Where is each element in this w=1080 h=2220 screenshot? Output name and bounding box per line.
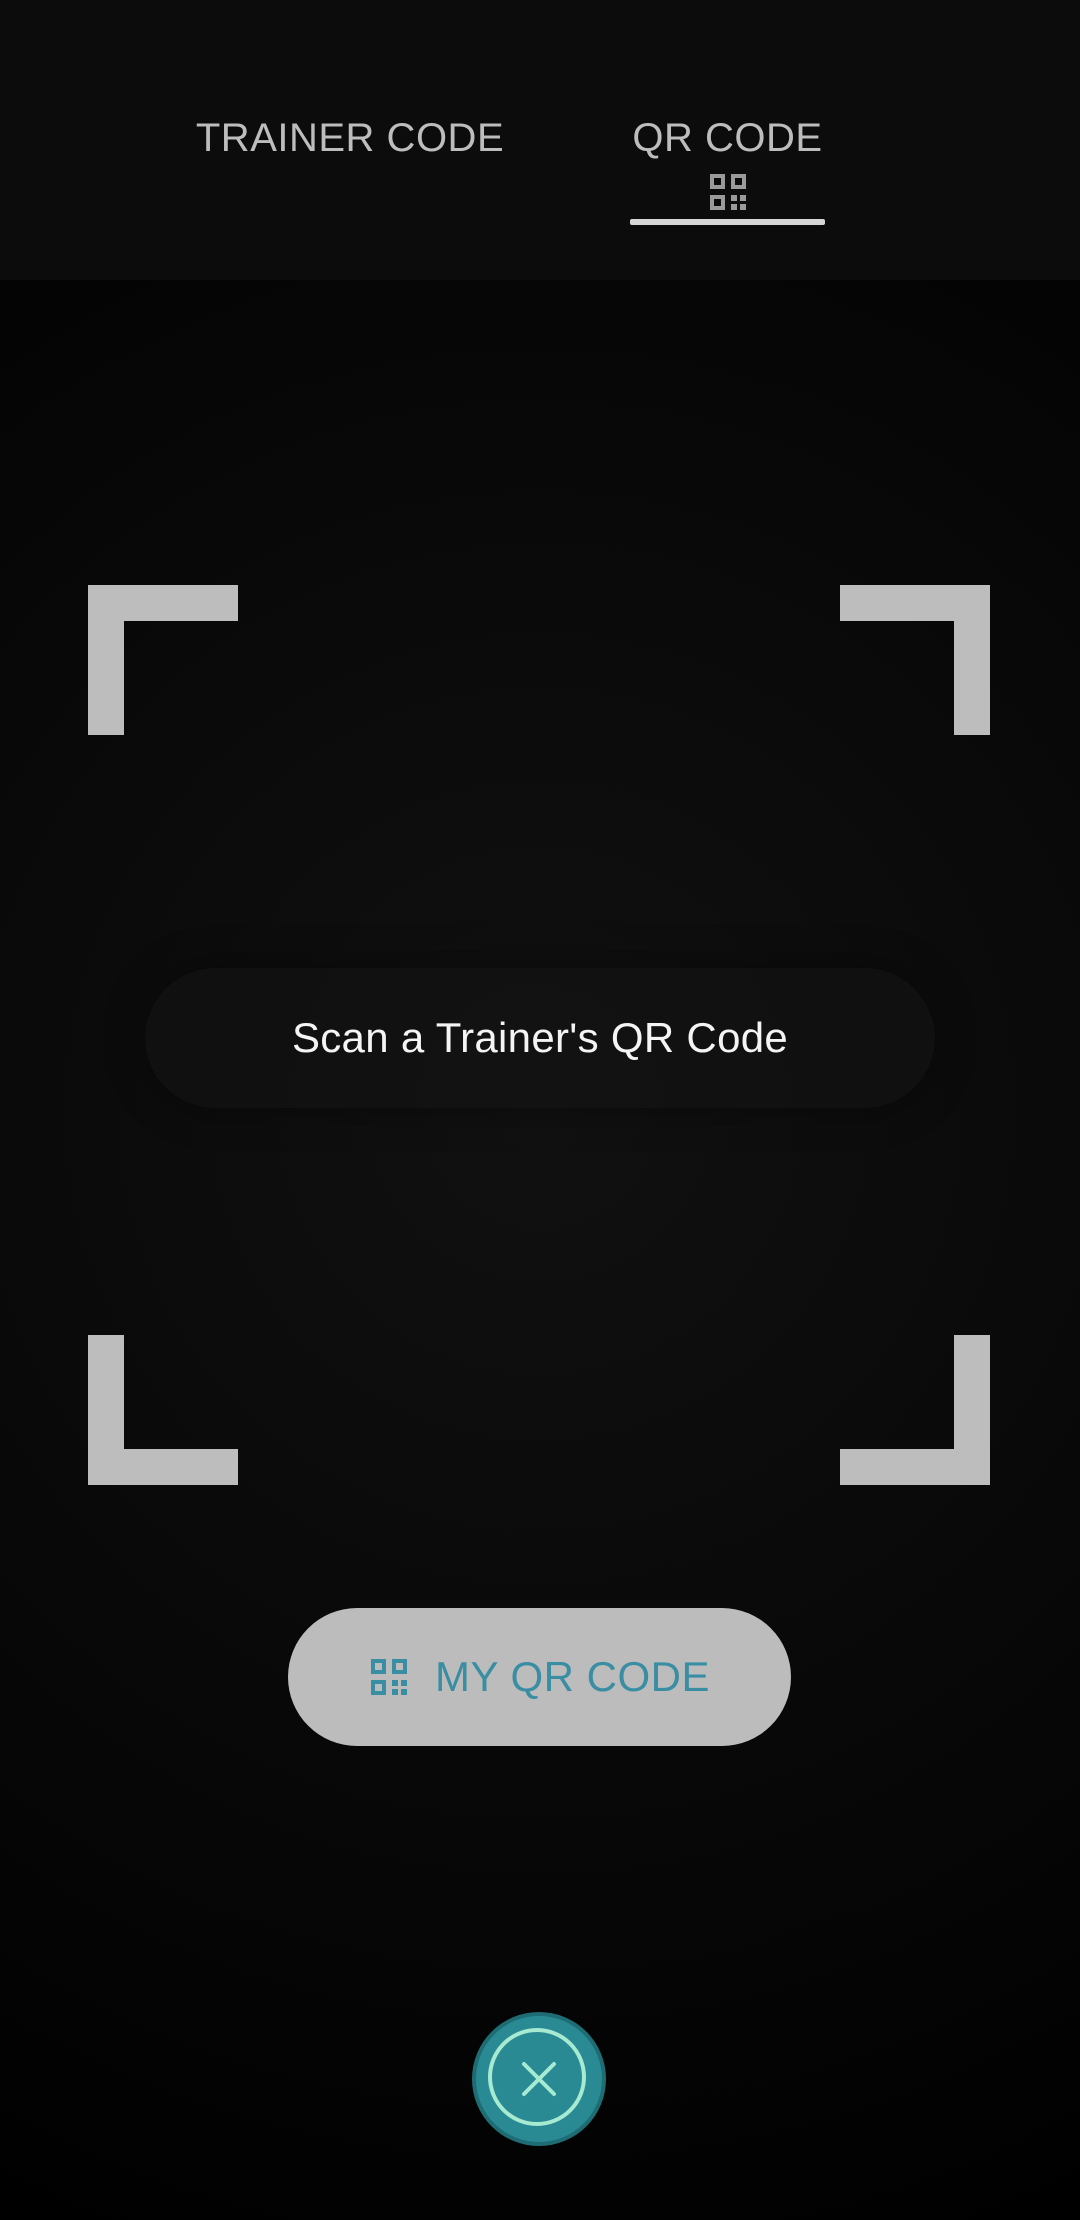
scan-frame-corner-bottom-left xyxy=(88,1335,238,1485)
active-tab-indicator xyxy=(630,219,825,225)
qr-code-icon xyxy=(369,1657,409,1697)
qr-scanner-screen: TRAINER CODE QR CODE Scan a Trainer's QR… xyxy=(0,0,1080,2220)
my-qr-code-label: MY QR CODE xyxy=(435,1653,710,1700)
my-qr-code-button[interactable]: MY QR CODE xyxy=(288,1608,791,1746)
close-icon xyxy=(522,2062,556,2096)
tab-trainer-code-label: TRAINER CODE xyxy=(195,116,505,160)
close-button[interactable] xyxy=(476,2016,602,2142)
tab-bar: TRAINER CODE QR CODE xyxy=(0,0,1080,280)
tab-trainer-code[interactable]: TRAINER CODE xyxy=(175,108,525,278)
scan-frame-corner-top-right xyxy=(840,585,990,735)
tab-qr-code-label: QR CODE xyxy=(632,116,823,160)
scan-hint: Scan a Trainer's QR Code xyxy=(145,968,935,1108)
scan-hint-text: Scan a Trainer's QR Code xyxy=(291,1014,789,1061)
qr-code-icon xyxy=(708,172,748,212)
scan-frame-corner-top-left xyxy=(88,585,238,735)
tab-qr-code[interactable]: QR CODE xyxy=(630,108,825,278)
scan-frame-corner-bottom-right xyxy=(840,1335,990,1485)
